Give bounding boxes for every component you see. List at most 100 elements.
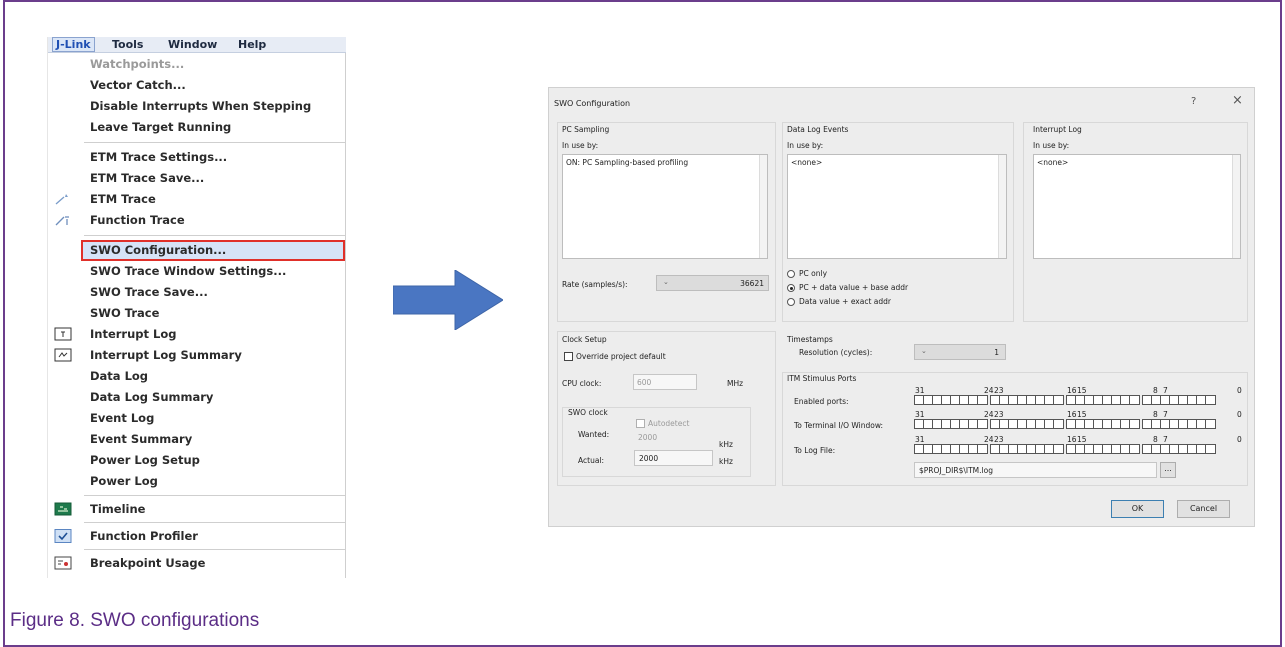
- wanted-value[interactable]: 2000: [638, 433, 657, 442]
- resolution-combo[interactable]: ⌄ 1: [914, 344, 1006, 360]
- menu-item-interrupt-log[interactable]: Interrupt Log: [90, 324, 177, 344]
- menu-item-interrupt-log-summary[interactable]: Interrupt Log Summary: [90, 345, 242, 365]
- port-bit-checkbox[interactable]: [1179, 445, 1188, 453]
- menu-item-function-trace[interactable]: Function Trace: [90, 210, 185, 230]
- port-bit-checkbox[interactable]: [1170, 396, 1179, 404]
- port-bit-checkbox[interactable]: [1170, 445, 1179, 453]
- port-bit-checkbox[interactable]: [1121, 420, 1130, 428]
- port-bit-checkbox[interactable]: [1067, 420, 1076, 428]
- port-bit-checkbox[interactable]: [1085, 396, 1094, 404]
- port-bit-checkbox[interactable]: [1000, 445, 1009, 453]
- browse-log-file-button[interactable]: ...: [1160, 462, 1176, 478]
- terminal-io-bits[interactable]: [914, 419, 1216, 429]
- interrupt-log-in-use-list[interactable]: <none>: [1033, 154, 1241, 259]
- close-button[interactable]: ×: [1232, 93, 1243, 108]
- port-bit-checkbox[interactable]: [1197, 396, 1206, 404]
- menu-item-etm-trace-settings[interactable]: ETM Trace Settings...: [90, 147, 227, 167]
- menu-item-data-log-summary[interactable]: Data Log Summary: [90, 387, 213, 407]
- menu-item-disable-interrupts[interactable]: Disable Interrupts When Stepping: [90, 96, 311, 116]
- port-bit-checkbox[interactable]: [1045, 420, 1054, 428]
- port-bit-checkbox[interactable]: [1054, 445, 1063, 453]
- port-bit-checkbox[interactable]: [924, 445, 933, 453]
- menu-item-watchpoints[interactable]: Watchpoints...: [90, 54, 184, 74]
- port-bit-checkbox[interactable]: [1152, 396, 1161, 404]
- port-bit-checkbox[interactable]: [1170, 420, 1179, 428]
- port-bit-checkbox[interactable]: [915, 396, 924, 404]
- log-file-bits[interactable]: [914, 444, 1216, 454]
- port-bit-checkbox[interactable]: [1206, 445, 1215, 453]
- port-bit-checkbox[interactable]: [969, 445, 978, 453]
- port-bit-checkbox[interactable]: [960, 396, 969, 404]
- menu-item-event-summary[interactable]: Event Summary: [90, 429, 192, 449]
- port-bit-checkbox[interactable]: [1112, 445, 1121, 453]
- port-bit-checkbox[interactable]: [1143, 396, 1152, 404]
- port-bit-checkbox[interactable]: [1027, 420, 1036, 428]
- port-bit-checkbox[interactable]: [1179, 396, 1188, 404]
- port-bit-checkbox[interactable]: [1076, 396, 1085, 404]
- port-bit-checkbox[interactable]: [1085, 445, 1094, 453]
- menu-item-breakpoint-usage[interactable]: Breakpoint Usage: [90, 553, 205, 573]
- port-bit-checkbox[interactable]: [1009, 445, 1018, 453]
- port-bit-checkbox[interactable]: [924, 396, 933, 404]
- menubar-help[interactable]: Help: [238, 38, 266, 51]
- port-bit-checkbox[interactable]: [1045, 396, 1054, 404]
- port-bit-checkbox[interactable]: [1143, 420, 1152, 428]
- port-bit-checkbox[interactable]: [1130, 420, 1139, 428]
- scrollbar[interactable]: [998, 155, 1006, 258]
- port-bit-checkbox[interactable]: [1027, 445, 1036, 453]
- scrollbar[interactable]: [759, 155, 767, 258]
- port-bit-checkbox[interactable]: [1188, 420, 1197, 428]
- port-bit-checkbox[interactable]: [1130, 396, 1139, 404]
- scrollbar[interactable]: [1232, 155, 1240, 258]
- port-bit-checkbox[interactable]: [1036, 420, 1045, 428]
- radio-pc-only[interactable]: [787, 270, 795, 278]
- menu-item-function-profiler[interactable]: Function Profiler: [90, 526, 198, 546]
- port-bit-checkbox[interactable]: [1161, 396, 1170, 404]
- port-bit-checkbox[interactable]: [1152, 445, 1161, 453]
- port-bit-checkbox[interactable]: [1103, 445, 1112, 453]
- port-bit-checkbox[interactable]: [1027, 396, 1036, 404]
- port-bit-checkbox[interactable]: [991, 445, 1000, 453]
- enabled-ports-bits[interactable]: [914, 395, 1216, 405]
- port-bit-checkbox[interactable]: [933, 445, 942, 453]
- menu-item-swo-configuration[interactable]: SWO Configuration...: [90, 240, 226, 260]
- port-bit-checkbox[interactable]: [1188, 445, 1197, 453]
- menu-item-timeline[interactable]: Timeline: [90, 499, 145, 519]
- port-bit-checkbox[interactable]: [1067, 396, 1076, 404]
- menubar-tools[interactable]: Tools: [112, 38, 143, 51]
- override-default-checkbox[interactable]: [564, 352, 573, 361]
- port-bit-checkbox[interactable]: [1112, 420, 1121, 428]
- menu-item-swo-trace-save[interactable]: SWO Trace Save...: [90, 282, 208, 302]
- port-bit-checkbox[interactable]: [1130, 445, 1139, 453]
- menu-item-etm-trace[interactable]: ETM Trace: [90, 189, 156, 209]
- menu-item-power-log-setup[interactable]: Power Log Setup: [90, 450, 200, 470]
- menu-item-data-log[interactable]: Data Log: [90, 366, 148, 386]
- port-bit-checkbox[interactable]: [1094, 396, 1103, 404]
- port-bit-checkbox[interactable]: [1197, 445, 1206, 453]
- port-bit-checkbox[interactable]: [1018, 396, 1027, 404]
- port-bit-checkbox[interactable]: [1161, 420, 1170, 428]
- port-bit-checkbox[interactable]: [1094, 420, 1103, 428]
- menubar-window[interactable]: Window: [168, 38, 217, 51]
- port-bit-checkbox[interactable]: [915, 420, 924, 428]
- port-bit-checkbox[interactable]: [915, 445, 924, 453]
- port-bit-checkbox[interactable]: [933, 396, 942, 404]
- port-bit-checkbox[interactable]: [1143, 445, 1152, 453]
- port-bit-checkbox[interactable]: [951, 420, 960, 428]
- port-bit-checkbox[interactable]: [1103, 420, 1112, 428]
- port-bit-checkbox[interactable]: [969, 420, 978, 428]
- port-bit-checkbox[interactable]: [1188, 396, 1197, 404]
- port-bit-checkbox[interactable]: [978, 396, 987, 404]
- data-log-in-use-list[interactable]: <none>: [787, 154, 1007, 259]
- ok-button[interactable]: OK: [1111, 500, 1164, 518]
- port-bit-checkbox[interactable]: [960, 420, 969, 428]
- port-bit-checkbox[interactable]: [1103, 396, 1112, 404]
- port-bit-checkbox[interactable]: [1018, 445, 1027, 453]
- port-bit-checkbox[interactable]: [1121, 445, 1130, 453]
- port-bit-checkbox[interactable]: [1112, 396, 1121, 404]
- port-bit-checkbox[interactable]: [1085, 420, 1094, 428]
- menu-item-swo-trace[interactable]: SWO Trace: [90, 303, 159, 323]
- menu-item-event-log[interactable]: Event Log: [90, 408, 154, 428]
- port-bit-checkbox[interactable]: [933, 420, 942, 428]
- rate-combo[interactable]: ⌄ 36621: [656, 275, 769, 291]
